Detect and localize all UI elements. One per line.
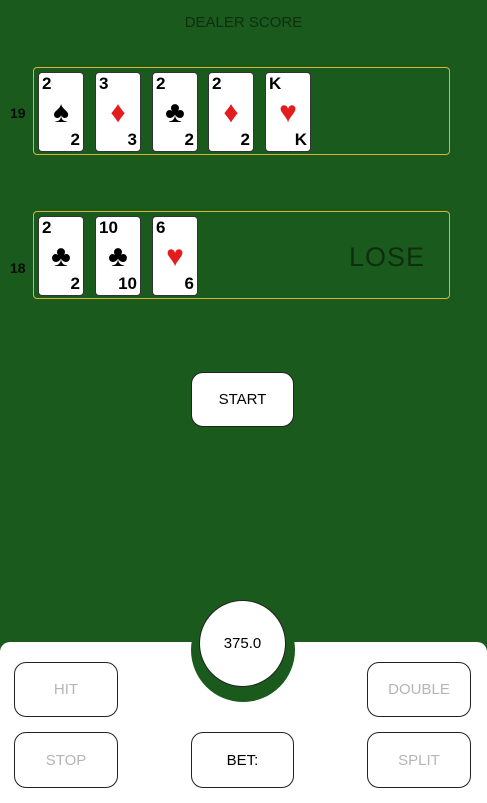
card-rank: 3 [99, 74, 109, 93]
card: 3 ♦ 3 [95, 72, 141, 152]
card-rank: 3 [127, 130, 137, 149]
player-hand: 2 ♣ 2 10 ♣ 10 6 ♥ 6 LOSE [33, 211, 450, 299]
dealer-score-title: DEALER SCORE [184, 14, 303, 31]
card-rank: 2 [184, 130, 194, 149]
card-rank: 10 [118, 274, 137, 293]
card-rank: 2 [70, 130, 80, 149]
diamond-icon: ♦ [110, 96, 126, 129]
card: 2 ♦ 2 [208, 72, 254, 152]
stop-button[interactable]: STOP [14, 732, 118, 788]
dealer-score: 19 [10, 105, 26, 121]
result-label: LOSE [348, 242, 425, 272]
double-button[interactable]: DOUBLE [367, 662, 471, 717]
card-rank: 6 [184, 274, 194, 293]
card: 2 ♣ 2 [38, 216, 84, 296]
card-rank: 2 [240, 130, 250, 149]
card: 2 ♣ 2 [152, 72, 198, 152]
player-score: 18 [10, 260, 26, 276]
card: 6 ♥ 6 [152, 216, 198, 296]
card-rank: 2 [42, 218, 52, 237]
card-rank: 2 [156, 74, 166, 93]
card-rank: 6 [156, 218, 166, 237]
heart-icon: ♥ [279, 96, 297, 129]
club-icon: ♣ [108, 240, 128, 273]
card-rank: K [269, 74, 282, 93]
club-icon: ♣ [51, 240, 71, 273]
dealer-hand: 2 ♠ 2 3 ♦ 3 2 ♣ 2 2 ♦ 2 K ♥ K [33, 67, 450, 155]
diamond-icon: ♦ [223, 96, 239, 129]
card-rank: 2 [70, 274, 80, 293]
card-rank: K [294, 130, 307, 149]
club-icon: ♣ [165, 96, 185, 129]
card-rank: 2 [42, 74, 52, 93]
card: 2 ♠ 2 [38, 72, 84, 152]
card: 10 ♣ 10 [95, 216, 141, 296]
hit-button[interactable]: HIT [14, 662, 118, 717]
bet-button[interactable]: BET: [191, 732, 294, 788]
split-button[interactable]: SPLIT [367, 732, 471, 788]
start-button[interactable]: START [191, 372, 294, 427]
card-rank: 2 [212, 74, 222, 93]
heart-icon: ♥ [166, 240, 184, 273]
card: K ♥ K [265, 72, 311, 152]
spade-icon: ♠ [53, 96, 69, 129]
card-rank: 10 [99, 218, 118, 237]
balance-display: 375.0 [199, 600, 286, 687]
